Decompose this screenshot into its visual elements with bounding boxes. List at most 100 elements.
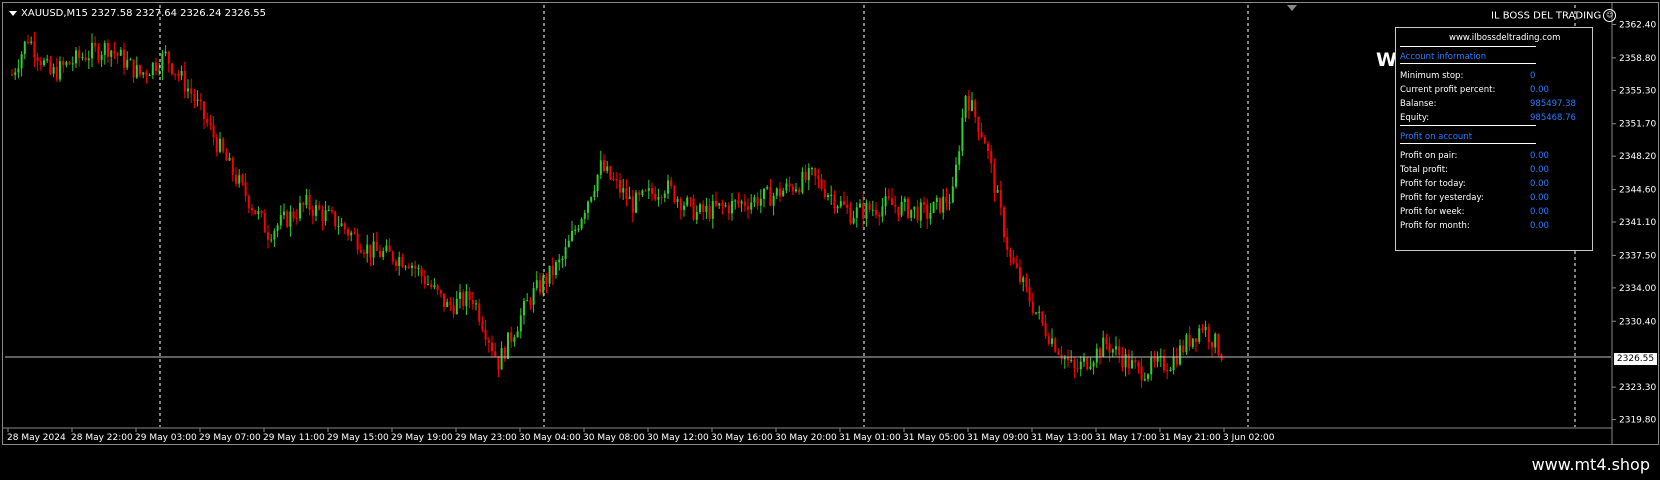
- bull-candle: [238, 175, 241, 184]
- bull-candle: [724, 205, 727, 207]
- bear-candle: [804, 171, 807, 181]
- bull-candle: [372, 241, 375, 258]
- symbol-quote: XAUUSD,M15 2327.58 2327.64 2326.24 2326.…: [21, 8, 267, 19]
- bear-candle: [743, 201, 746, 207]
- bear-candle: [1073, 359, 1076, 369]
- time-tick-label: 31 May 17:00: [1095, 433, 1157, 443]
- bear-candle: [468, 291, 471, 301]
- bear-candle: [631, 196, 634, 213]
- bull-candle: [580, 218, 583, 229]
- bull-candle: [151, 62, 154, 76]
- bull-candle: [366, 244, 369, 254]
- bear-candle: [33, 41, 36, 58]
- time-tick-label: 29 May 03:00: [135, 433, 197, 443]
- bull-candle: [340, 223, 343, 227]
- bear-candle: [62, 61, 65, 66]
- bull-candle: [187, 88, 189, 92]
- bear-candle: [311, 209, 314, 216]
- panel-divider: [1400, 46, 1536, 47]
- bull-candle: [20, 54, 23, 69]
- bear-candle: [1188, 335, 1191, 347]
- bull-candle: [87, 58, 90, 61]
- bull-candle: [398, 257, 401, 267]
- bull-candle: [1035, 312, 1037, 314]
- chart-window[interactable]: 2362.40 2358.80 2355.30 2351.70 2348.20 2344.…: [2, 2, 1659, 445]
- bear-candle: [199, 99, 202, 102]
- time-tick-label: 29 May 11:00: [263, 433, 325, 443]
- bear-candle: [862, 203, 865, 219]
- bear-candle: [484, 329, 487, 340]
- bull-candle: [775, 188, 778, 196]
- bear-candle: [878, 214, 881, 217]
- bear-candle: [375, 241, 378, 251]
- bear-candle: [1137, 362, 1140, 367]
- bull-candle: [948, 202, 951, 204]
- bear-candle: [497, 356, 500, 370]
- dropdown-triangle-icon[interactable]: [9, 10, 17, 16]
- bear-candle: [529, 300, 532, 305]
- bear-candle: [302, 203, 305, 205]
- bear-candle: [1025, 277, 1028, 288]
- bear-candle: [907, 198, 909, 218]
- bull-candle: [807, 168, 810, 181]
- bull-candle: [567, 240, 570, 248]
- bull-candle: [299, 203, 301, 219]
- bear-candle: [353, 232, 356, 234]
- bear-candle: [401, 257, 404, 267]
- bear-candle: [443, 293, 445, 307]
- bear-candle: [756, 197, 759, 206]
- bull-candle: [583, 212, 586, 219]
- bear-candle: [462, 292, 465, 307]
- time-tick-label: 28 May 2024: [7, 433, 66, 443]
- bear-candle: [430, 284, 433, 288]
- bull-candle: [289, 211, 292, 227]
- bear-candle: [545, 276, 548, 284]
- bull-candle: [1124, 354, 1127, 368]
- bull-candle: [459, 292, 461, 299]
- bull-candle: [795, 189, 797, 192]
- time-tick-label: 31 May 01:00: [839, 433, 901, 443]
- current-profit-label: Current profit percent:: [1400, 85, 1496, 95]
- bull-candle: [75, 50, 77, 64]
- bear-candle: [1163, 356, 1165, 371]
- bull-candle: [772, 195, 775, 206]
- bear-candle: [692, 198, 695, 220]
- bull-candle: [683, 205, 685, 210]
- bull-candle: [23, 41, 26, 55]
- time-tick-label: 30 May 20:00: [775, 433, 837, 443]
- chart-shift-marker-icon[interactable]: [1287, 5, 1297, 11]
- bull-candle: [766, 186, 769, 189]
- bull-candle: [1131, 360, 1133, 369]
- bear-candle: [868, 203, 871, 210]
- bear-candle: [1099, 348, 1101, 357]
- bear-candle: [209, 122, 212, 126]
- bear-candle: [123, 49, 125, 68]
- bear-candle: [551, 265, 554, 275]
- bull-candle: [446, 301, 449, 307]
- bear-candle: [990, 150, 993, 164]
- price-tick-label: 2355.30: [1619, 86, 1656, 96]
- bear-candle: [331, 209, 333, 212]
- bear-candle: [612, 178, 615, 180]
- bull-candle: [103, 43, 106, 55]
- price-tick-label: 2334.00: [1619, 284, 1656, 294]
- bull-candle: [763, 188, 765, 199]
- bear-candle: [78, 50, 81, 58]
- current-price-tag: 2326.55: [1614, 352, 1657, 365]
- bull-candle: [1214, 333, 1217, 348]
- bear-candle: [254, 210, 257, 215]
- bull-candle: [900, 201, 903, 216]
- profit-week-label: Profit for week:: [1400, 207, 1465, 217]
- bear-candle: [1217, 333, 1220, 355]
- bear-candle: [977, 117, 980, 133]
- bear-candle: [107, 43, 109, 57]
- bull-candle: [635, 192, 637, 213]
- symbol-title: XAUUSD,M15 2327.58 2327.64 2326.24 2326.…: [9, 8, 266, 19]
- bull-candle: [1169, 370, 1172, 372]
- bear-candle: [84, 57, 87, 61]
- bull-candle: [350, 232, 353, 236]
- bull-candle: [135, 65, 138, 78]
- bear-candle: [1195, 338, 1197, 342]
- bear-candle: [1047, 336, 1050, 345]
- bull-candle: [699, 204, 701, 213]
